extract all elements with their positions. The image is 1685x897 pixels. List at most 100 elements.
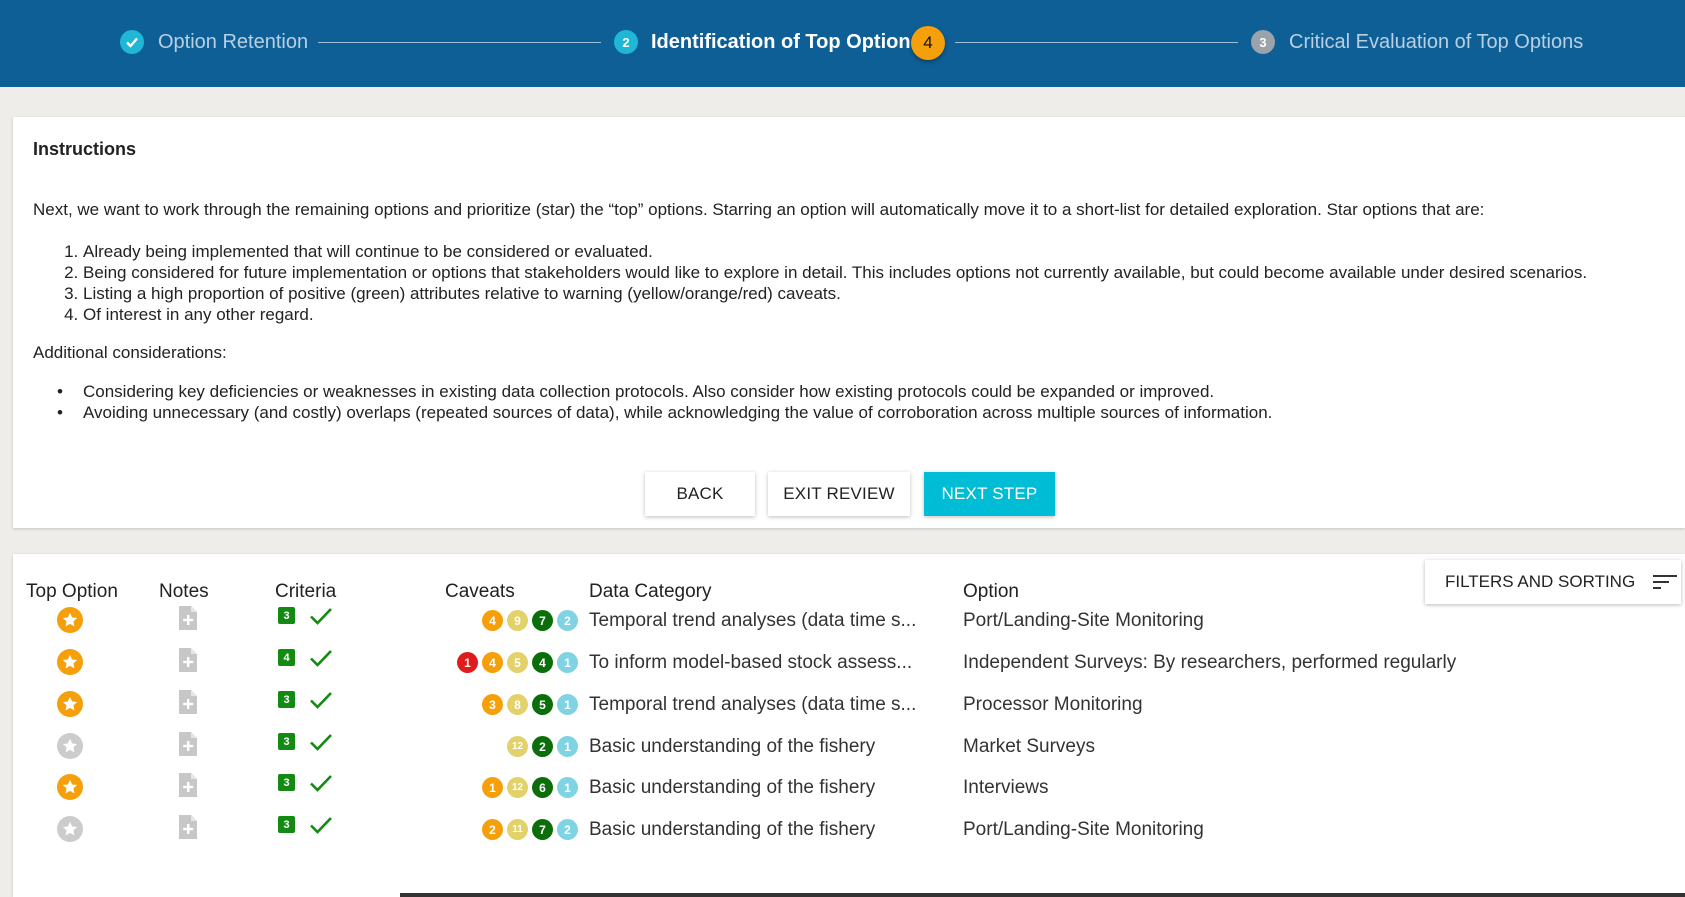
- table-row: 3 2 11 7 2 Basic understanding of the fishery…: [13, 808, 1685, 850]
- back-button[interactable]: BACK: [645, 472, 755, 516]
- sort-lines-icon: [1653, 573, 1678, 591]
- caveat-badge-blue[interactable]: 1: [557, 736, 578, 757]
- criteria-count-badge: 4: [278, 649, 295, 666]
- caveat-badge-green[interactable]: 6: [532, 777, 553, 798]
- caveat-badge-red[interactable]: 1: [457, 652, 478, 673]
- star-icon[interactable]: [57, 649, 83, 675]
- data-category-cell: Basic understanding of the fishery: [589, 819, 876, 840]
- options-table: Top Option Notes Criteria Caveats Data C…: [13, 554, 1685, 897]
- star-icon[interactable]: [57, 607, 83, 633]
- step-option-retention[interactable]: Option Retention: [158, 31, 308, 53]
- data-category-cell: Temporal trend analyses (data time s...: [589, 610, 917, 631]
- list-item: 1. Already being implemented that will c…: [64, 242, 653, 261]
- top-options-count-badge: 4: [911, 26, 945, 60]
- option-cell[interactable]: Interviews: [963, 777, 1049, 799]
- star-icon[interactable]: [57, 816, 83, 842]
- criteria-count-badge: 3: [278, 691, 295, 708]
- criteria-count-badge: 3: [278, 774, 295, 791]
- caveat-badge-yellow[interactable]: 11: [507, 819, 528, 840]
- checkmark-icon: [308, 731, 334, 758]
- exit-review-button[interactable]: EXIT REVIEW: [768, 472, 910, 516]
- table-row: 4 1 4 5 4 1 To inform model-based stock assess…: [13, 641, 1685, 683]
- caveat-badge-green[interactable]: 7: [532, 819, 553, 840]
- step-complete-check-icon[interactable]: [120, 30, 144, 54]
- caveat-badge-blue[interactable]: 2: [557, 819, 578, 840]
- instructions-title: Instructions: [33, 139, 137, 159]
- instructions-ordered-list: 1. Already being implemented that will c…: [33, 241, 1587, 325]
- caveat-badge-yellow[interactable]: 9: [507, 610, 528, 631]
- scrollbar-track[interactable]: [400, 893, 1685, 897]
- caveat-badge-blue[interactable]: 1: [557, 652, 578, 673]
- step-connector: [318, 42, 601, 43]
- caveat-badges: 4972: [482, 610, 578, 631]
- caveat-badge-orange[interactable]: 2: [482, 819, 503, 840]
- caveat-badge-green[interactable]: 4: [532, 652, 553, 673]
- caveat-badge-yellow[interactable]: 8: [507, 694, 528, 715]
- caveat-badge-blue[interactable]: 2: [557, 610, 578, 631]
- list-item: 4. Of interest in any other regard.: [64, 305, 314, 324]
- criteria-count-badge: 3: [278, 816, 295, 833]
- caveat-badge-green[interactable]: 7: [532, 610, 553, 631]
- caveat-badge-green[interactable]: 5: [532, 694, 553, 715]
- caveat-badges: 12 2 1: [507, 736, 578, 757]
- caveat-badge-orange[interactable]: 4: [482, 610, 503, 631]
- note-add-icon[interactable]: [177, 647, 199, 678]
- checkmark-icon: [308, 814, 334, 841]
- table-row: 3 4 9 7 2 Temporal trend analyses (data time …: [13, 599, 1685, 641]
- step-identification-top-options[interactable]: Identification of Top Options: [651, 31, 922, 53]
- caveat-badges: 1 12 6 1: [482, 777, 578, 798]
- checkmark-icon: [308, 605, 334, 632]
- additional-considerations-label: Additional considerations:: [33, 343, 227, 362]
- option-cell[interactable]: Independent Surveys: By researchers, per…: [963, 652, 1456, 674]
- star-icon[interactable]: [57, 733, 83, 759]
- list-item: • Avoiding unnecessary (and costly) overl…: [57, 403, 1273, 422]
- step-connector: [955, 42, 1238, 43]
- data-category-cell: Basic understanding of the fishery: [589, 777, 876, 798]
- note-add-icon[interactable]: [177, 689, 199, 720]
- criteria-count-badge: 3: [278, 733, 295, 750]
- caveat-badge-orange[interactable]: 3: [482, 694, 503, 715]
- table-row: 3 1 12 6 1 Basic understanding of the fishery…: [13, 766, 1685, 808]
- caveat-badge-blue[interactable]: 1: [557, 777, 578, 798]
- list-item: 2. Being considered for future implement…: [64, 263, 1588, 282]
- star-icon[interactable]: [57, 774, 83, 800]
- filters-and-sorting-button[interactable]: FILTERS AND SORTING: [1425, 560, 1681, 604]
- next-step-button[interactable]: NEXT STEP: [924, 472, 1055, 516]
- note-add-icon[interactable]: [177, 605, 199, 636]
- review-stepper: Option Retention 2 Identification of Top…: [0, 0, 1685, 87]
- list-item: 3. Listing a high proportion of positive…: [64, 284, 841, 303]
- caveat-badge-blue[interactable]: 1: [557, 694, 578, 715]
- note-add-icon[interactable]: [177, 731, 199, 762]
- table-row: 3 12 2 1 Basic understanding of the fishery M…: [13, 725, 1685, 767]
- step-number-3[interactable]: 3: [1251, 30, 1275, 54]
- data-category-cell: Temporal trend analyses (data time s...: [589, 694, 917, 715]
- option-cell[interactable]: Port/Landing-Site Monitoring: [963, 610, 1204, 632]
- considerations-list: • Considering key deficiencies or weaknes…: [33, 381, 1272, 423]
- caveat-badge-green[interactable]: 2: [532, 736, 553, 757]
- table-row: 3 3 8 5 1 Temporal trend analyses (data time …: [13, 683, 1685, 725]
- list-item: • Considering key deficiencies or weaknes…: [57, 382, 1215, 401]
- instructions-card: Instructions Next, we want to work throu…: [13, 117, 1685, 528]
- instructions-intro: Next, we want to work through the remain…: [33, 200, 1485, 219]
- filters-label: FILTERS AND SORTING: [1445, 572, 1636, 591]
- criteria-count-badge: 3: [278, 607, 295, 624]
- caveat-badges: 14541: [457, 652, 578, 673]
- note-add-icon[interactable]: [177, 814, 199, 845]
- caveat-badge-orange[interactable]: 4: [482, 652, 503, 673]
- step-critical-evaluation[interactable]: Critical Evaluation of Top Options: [1289, 31, 1583, 53]
- step-number-2[interactable]: 2: [614, 30, 638, 54]
- caveat-badge-yellow[interactable]: 12: [507, 736, 528, 757]
- option-cell[interactable]: Market Surveys: [963, 736, 1095, 758]
- checkmark-icon: [308, 689, 334, 716]
- option-cell[interactable]: Port/Landing-Site Monitoring: [963, 819, 1204, 841]
- data-category-cell: To inform model-based stock assess...: [589, 652, 913, 673]
- star-icon[interactable]: [57, 691, 83, 717]
- caveat-badge-orange[interactable]: 1: [482, 777, 503, 798]
- caveat-badges: 3851: [482, 694, 578, 715]
- note-add-icon[interactable]: [177, 772, 199, 803]
- checkmark-icon: [308, 647, 334, 674]
- caveat-badge-yellow[interactable]: 12: [507, 777, 528, 798]
- checkmark-icon: [308, 772, 334, 799]
- option-cell[interactable]: Processor Monitoring: [963, 694, 1143, 716]
- caveat-badge-yellow[interactable]: 5: [507, 652, 528, 673]
